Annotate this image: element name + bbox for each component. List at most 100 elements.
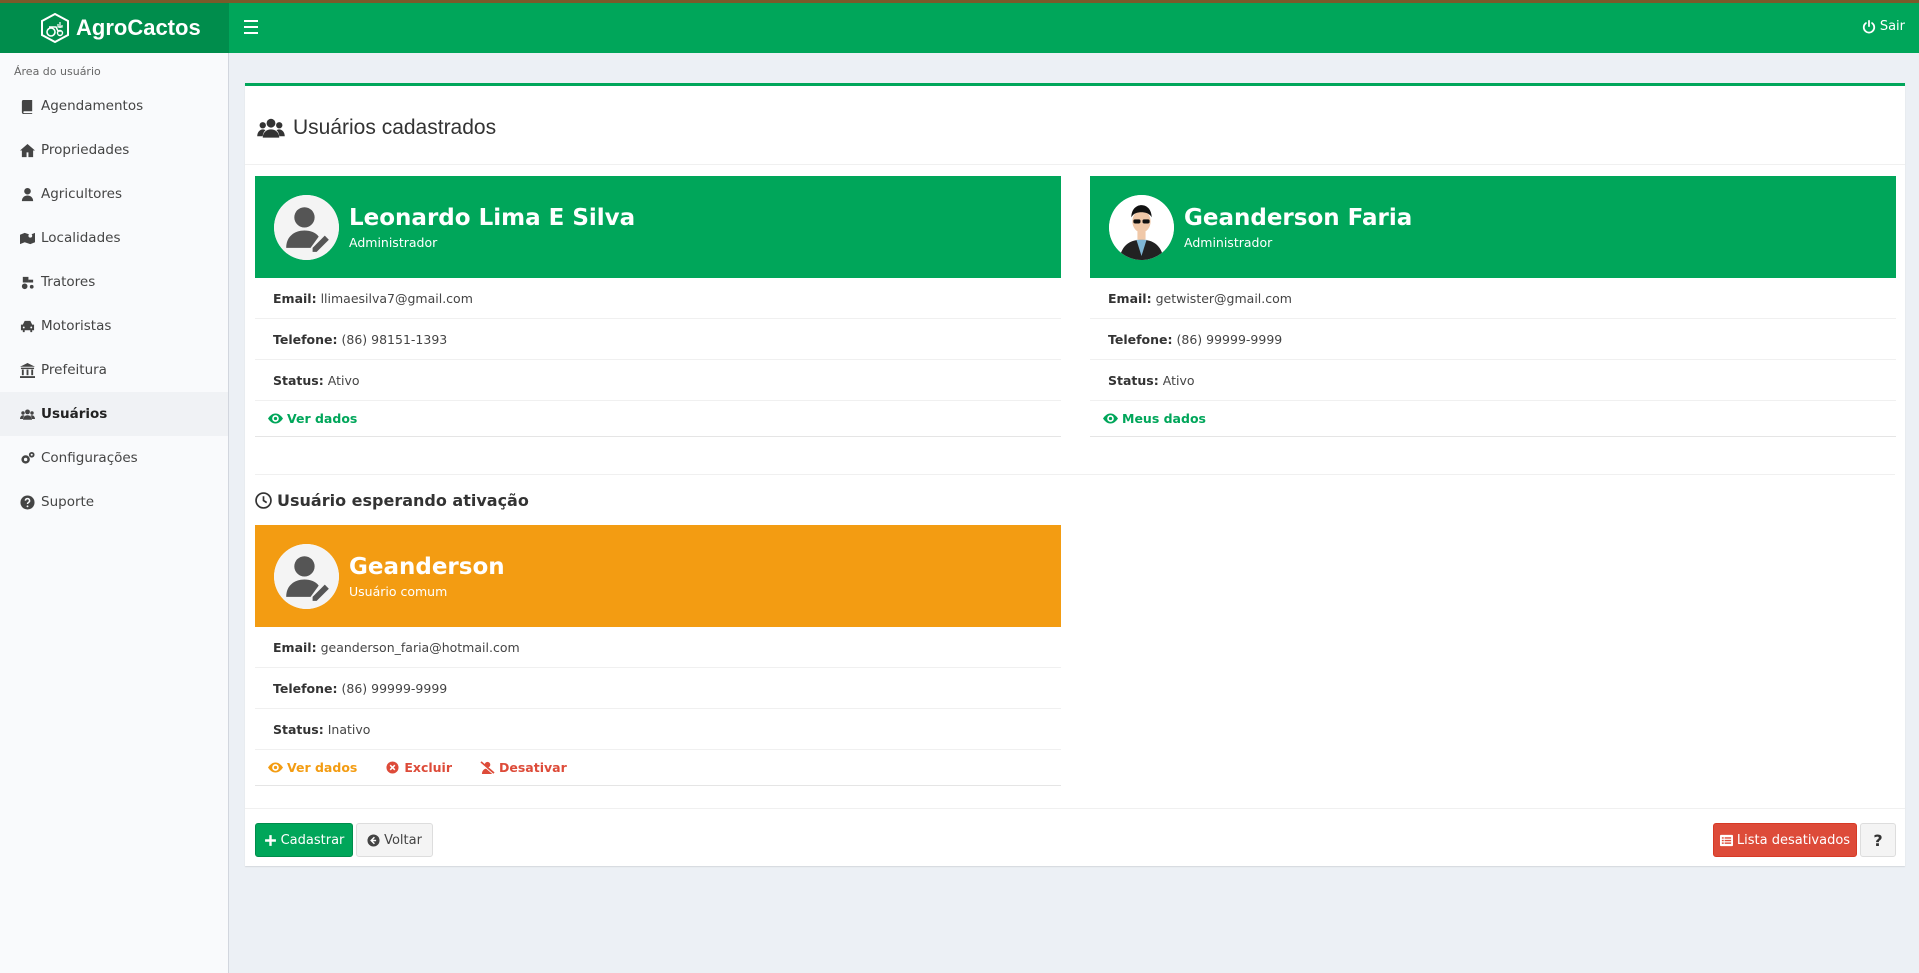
register-button[interactable]: Cadastrar bbox=[255, 823, 353, 857]
user-actions: Meus dados bbox=[1090, 401, 1896, 437]
user-email: llimaesilva7@gmail.com bbox=[320, 290, 473, 306]
back-label: Voltar bbox=[384, 832, 422, 848]
sidebar-item-tratores[interactable]: Tratores bbox=[0, 260, 228, 304]
logout-label: Sair bbox=[1879, 19, 1905, 34]
waiting-section-title: Usuário esperando ativação bbox=[255, 491, 529, 510]
sidebar-item-motoristas[interactable]: Motoristas bbox=[0, 304, 228, 348]
clock-icon bbox=[255, 492, 272, 509]
user-status-row: Status: Ativo bbox=[1090, 360, 1896, 401]
sidebar-item-label: Suporte bbox=[41, 494, 95, 510]
user-email-row: Email: llimaesilva7@gmail.com bbox=[255, 278, 1061, 319]
user-status-row: Status: Inativo bbox=[255, 709, 1061, 750]
car-icon bbox=[20, 320, 35, 332]
sidebar-item-usuarios[interactable]: Usuários bbox=[0, 392, 228, 436]
user-edit-avatar-icon bbox=[274, 543, 339, 609]
page-title-text: Usuários cadastrados bbox=[293, 116, 497, 139]
view-data-label: Ver dados bbox=[287, 760, 358, 775]
user-status: Ativo bbox=[1162, 372, 1195, 388]
sidebar-item-configuracoes[interactable]: Configurações bbox=[0, 436, 228, 480]
delete-link[interactable]: Excluir bbox=[385, 760, 452, 775]
view-data-label: Ver dados bbox=[287, 411, 358, 426]
sidebar-item-label: Propriedades bbox=[41, 142, 130, 158]
user-actions: Ver dados bbox=[255, 401, 1061, 437]
question-circle-icon bbox=[20, 494, 35, 510]
help-label: ? bbox=[1873, 830, 1883, 850]
plus-icon bbox=[264, 834, 276, 846]
user-phone-row: Telefone: (86) 99999-9999 bbox=[255, 668, 1061, 709]
times-circle-icon bbox=[386, 761, 399, 774]
user-card-header: Geanderson Faria Administrador bbox=[1090, 176, 1896, 278]
status-label: Status: bbox=[1108, 372, 1159, 388]
users-box: Usuários cadastrados Leonardo Lima E Sil… bbox=[245, 83, 1905, 866]
eye-icon bbox=[268, 413, 283, 424]
divider bbox=[255, 474, 1895, 475]
back-button[interactable]: Voltar bbox=[356, 823, 433, 857]
email-label: Email: bbox=[1108, 290, 1152, 306]
user-edit-avatar-icon bbox=[274, 194, 339, 260]
book-icon bbox=[21, 99, 33, 114]
brand-logo[interactable]: AgroCactos bbox=[0, 3, 229, 53]
user-card-header: Geanderson Usuário comum bbox=[255, 525, 1061, 627]
view-data-link[interactable]: Ver dados bbox=[268, 760, 357, 775]
user-status: Inativo bbox=[327, 721, 371, 737]
sidebar-item-label: Configurações bbox=[41, 450, 138, 466]
delete-label: Excluir bbox=[404, 760, 452, 775]
sidebar-item-suporte[interactable]: Suporte bbox=[0, 480, 228, 524]
view-data-link[interactable]: Ver dados bbox=[268, 411, 357, 426]
user-role: Usuário comum bbox=[349, 583, 448, 599]
user-phone-row: Telefone: (86) 99999-9999 bbox=[1090, 319, 1896, 360]
status-label: Status: bbox=[273, 372, 324, 388]
deactivate-label: Desativar bbox=[499, 760, 567, 775]
sidebar-item-label: Motoristas bbox=[41, 318, 112, 334]
cogs-icon bbox=[21, 451, 35, 464]
map-icon bbox=[20, 232, 35, 244]
user-phone-row: Telefone: (86) 98151-1393 bbox=[255, 319, 1061, 360]
sidebar-item-localidades[interactable]: Localidades bbox=[0, 216, 228, 260]
user-name: Geanderson bbox=[349, 553, 505, 580]
logout-button[interactable]: Sair bbox=[1862, 19, 1905, 34]
help-button[interactable]: ? bbox=[1860, 823, 1896, 857]
user-status: Ativo bbox=[327, 372, 360, 388]
sidebar-item-propriedades[interactable]: Propriedades bbox=[0, 128, 228, 172]
avatar bbox=[274, 543, 339, 609]
user-email-row: Email: geanderson_faria@hotmail.com bbox=[255, 627, 1061, 668]
user-status-row: Status: Ativo bbox=[255, 360, 1061, 401]
my-data-label: Meus dados bbox=[1122, 411, 1206, 426]
sidebar-item-prefeitura[interactable]: Prefeitura bbox=[0, 348, 228, 392]
app-name: AgroCactos bbox=[76, 15, 201, 40]
sidebar-toggle-button[interactable] bbox=[244, 20, 258, 34]
user-email: geanderson_faria@hotmail.com bbox=[320, 639, 520, 655]
sidebar-item-label: Usuários bbox=[41, 406, 108, 422]
user-photo-avatar bbox=[1109, 194, 1174, 260]
deactivated-list-button[interactable]: Lista desativados bbox=[1713, 823, 1857, 857]
user-slash-icon bbox=[480, 761, 495, 774]
tractor-icon bbox=[21, 276, 34, 289]
waiting-title-text: Usuário esperando ativação bbox=[277, 491, 529, 510]
users-icon bbox=[20, 408, 35, 420]
sidebar-header: Área do usuário bbox=[14, 65, 101, 78]
user-card: Geanderson Faria Administrador Email: get… bbox=[1090, 176, 1896, 437]
arrow-circle-left-icon bbox=[367, 833, 380, 847]
user-phone: (86) 99999-9999 bbox=[1176, 331, 1283, 347]
deactivate-link[interactable]: Desativar bbox=[480, 760, 567, 775]
sidebar-item-agendamentos[interactable]: Agendamentos bbox=[0, 84, 228, 128]
avatar bbox=[274, 194, 339, 260]
users-icon bbox=[257, 118, 285, 138]
pending-user-card: Geanderson Usuário comum Email: geanderso… bbox=[255, 525, 1061, 786]
status-label: Status: bbox=[273, 721, 324, 737]
sidebar-item-label: Agendamentos bbox=[41, 98, 144, 114]
user-name: Geanderson Faria bbox=[1184, 204, 1413, 231]
user-name: Leonardo Lima E Silva bbox=[349, 204, 636, 231]
sidebar-item-label: Localidades bbox=[41, 230, 121, 246]
my-data-link[interactable]: Meus dados bbox=[1103, 411, 1206, 426]
sidebar-item-label: Prefeitura bbox=[41, 362, 107, 378]
home-icon bbox=[20, 143, 35, 157]
deactivated-list-label: Lista desativados bbox=[1736, 832, 1851, 848]
user-phone: (86) 99999-9999 bbox=[341, 680, 448, 696]
sidebar-item-agricultores[interactable]: Agricultores bbox=[0, 172, 228, 216]
user-card: Leonardo Lima E Silva Administrador Emai… bbox=[255, 176, 1061, 437]
user-icon bbox=[21, 187, 34, 201]
list-alt-icon bbox=[1719, 834, 1733, 846]
logo-icon bbox=[41, 13, 69, 43]
email-label: Email: bbox=[273, 639, 317, 655]
